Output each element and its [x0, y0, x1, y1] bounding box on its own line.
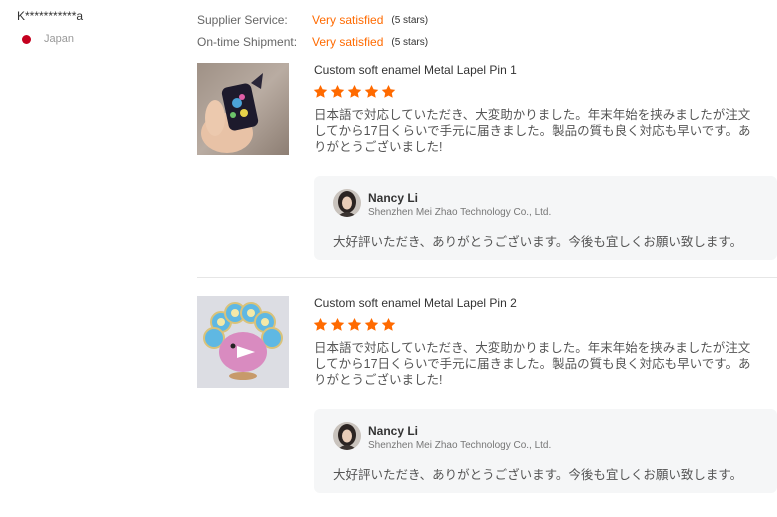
- star-icon: [313, 84, 328, 99]
- avatar: [333, 422, 361, 450]
- buyer-name: K***********a: [17, 9, 84, 23]
- supplier-reply: Nancy Li Shenzhen Mei Zhao Technology Co…: [314, 176, 777, 260]
- japan-flag-icon: [22, 34, 31, 44]
- rating-stars-note: (5 stars): [391, 36, 429, 48]
- reply-company-name: Shenzhen Mei Zhao Technology Co., Ltd.: [368, 207, 552, 218]
- star-icon: [330, 317, 345, 332]
- supplier-ratings: Supplier Service: Very satisfied (5 star…: [197, 9, 428, 53]
- reply-text: 大好評いただき、ありがとうございます。今後も宜しくお願い致します。: [333, 235, 743, 249]
- star-icon: [313, 317, 328, 332]
- rating-label: On-time Shipment:: [197, 35, 298, 49]
- review-stars: [313, 84, 396, 99]
- review-text: 日本語で対応していただき、大変助かりました。年末年始を挟みましたが注文してから1…: [314, 341, 751, 387]
- buyer-country: Japan: [22, 33, 74, 45]
- product-title[interactable]: Custom soft enamel Metal Lapel Pin 2: [314, 296, 517, 310]
- rating-value: Very satisfied: [312, 35, 384, 49]
- star-icon: [330, 84, 345, 99]
- country-name: Japan: [44, 33, 74, 45]
- rating-row-supplier-service: Supplier Service: Very satisfied (5 star…: [197, 9, 428, 31]
- review-stars: [313, 317, 396, 332]
- rating-value: Very satisfied: [312, 13, 384, 27]
- review-text: 日本語で対応していただき、大変助かりました。年末年始を挟みましたが注文してから1…: [314, 108, 751, 154]
- reply-company-name: Shenzhen Mei Zhao Technology Co., Ltd.: [368, 440, 552, 451]
- rating-stars-note: (5 stars): [391, 14, 429, 26]
- avatar: [333, 189, 361, 217]
- reply-author-name: Nancy Li: [368, 191, 419, 205]
- buyer-info: K***********a Japan: [17, 9, 84, 45]
- star-icon: [364, 84, 379, 99]
- star-icon: [381, 317, 396, 332]
- review-photo-thumbnail[interactable]: [197, 296, 289, 388]
- reply-text: 大好評いただき、ありがとうございます。今後も宜しくお願い致します。: [333, 468, 743, 482]
- star-icon: [347, 84, 362, 99]
- rating-label: Supplier Service:: [197, 13, 288, 27]
- review-divider: [197, 277, 777, 278]
- star-icon: [381, 84, 396, 99]
- reply-author-name: Nancy Li: [368, 424, 419, 438]
- star-icon: [364, 317, 379, 332]
- star-icon: [347, 317, 362, 332]
- product-title[interactable]: Custom soft enamel Metal Lapel Pin 1: [314, 63, 517, 77]
- supplier-reply: Nancy Li Shenzhen Mei Zhao Technology Co…: [314, 409, 777, 493]
- rating-row-on-time-shipment: On-time Shipment: Very satisfied (5 star…: [197, 31, 428, 53]
- review-photo-thumbnail[interactable]: [197, 63, 289, 155]
